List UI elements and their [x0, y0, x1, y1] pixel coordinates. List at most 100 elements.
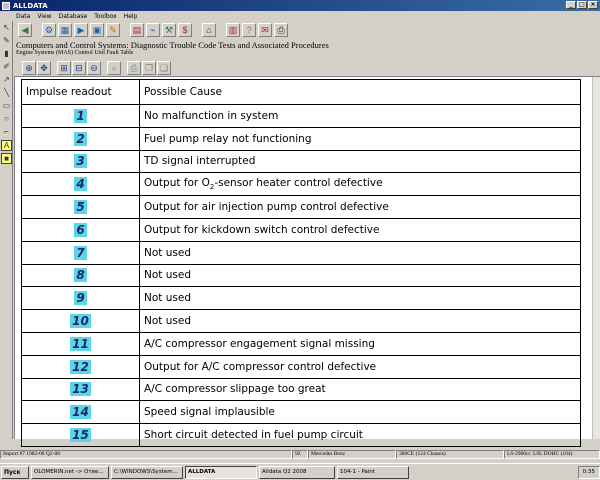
- table-row: 15 Short circuit detected in fuel pump c…: [21, 423, 581, 447]
- main-toolbar: ◀ ⚙ ▦ ▶ ▣ ✎ ▤ ⌁ ⚒ $ ⌂ ▥ ? ✉ ⎙: [18, 21, 600, 39]
- bookmark-icon[interactable]: ⌂: [202, 23, 216, 37]
- cause-cell: Speed signal implausible: [139, 400, 581, 425]
- vehicle-icon[interactable]: ⚙: [42, 23, 56, 37]
- zoom-fit-icon[interactable]: ⊞: [57, 61, 71, 75]
- notes-icon[interactable]: ✉: [258, 23, 272, 37]
- document-area: Impulse readout Possible Cause 1 No malf…: [14, 76, 600, 447]
- impulse-code-badge: 15: [70, 428, 91, 443]
- arrow-tool-icon[interactable]: ↗: [1, 75, 12, 86]
- table-row: 5 Output for air injection pump control …: [21, 195, 581, 219]
- stamp-tool-icon[interactable]: ■: [1, 153, 12, 164]
- task-button[interactable]: Alldata Q2 2008: [259, 465, 335, 479]
- start-button[interactable]: Пуск: [1, 465, 29, 479]
- diagram-icon[interactable]: ▣: [90, 23, 104, 37]
- task-button-active[interactable]: ALLDATA: [185, 465, 257, 479]
- cause-cell: Not used: [139, 286, 581, 311]
- impulse-code-badge: 11: [70, 336, 91, 351]
- cause-cell: Output for O2-sensor heater control defe…: [139, 172, 581, 197]
- book-icon[interactable]: ▤: [130, 23, 144, 37]
- close-button[interactable]: ×: [588, 1, 598, 9]
- ellipse-tool-icon[interactable]: ○: [1, 114, 12, 125]
- search-icon[interactable]: ⌕: [107, 61, 121, 75]
- taskbar: Пуск OLOMERIN.net -> Отве... C:\WINDOWS\…: [0, 463, 600, 480]
- rectangle-tool-icon[interactable]: ▭: [1, 101, 12, 112]
- table-row: 7 Not used: [21, 240, 581, 265]
- line-tool-icon[interactable]: ╲: [1, 88, 12, 99]
- impulse-code-badge: 14: [70, 405, 91, 420]
- title-bar: ALLDATA _ □ ×: [0, 0, 600, 11]
- print-setup-icon[interactable]: ▥: [226, 23, 240, 37]
- bracket-tool-icon[interactable]: ⌐: [1, 127, 12, 138]
- table-header-row: Impulse readout Possible Cause: [21, 79, 581, 105]
- cause-cell: Short circuit detected in fuel pump circ…: [139, 423, 581, 447]
- table-row: 4 Output for O2-sensor heater control de…: [21, 172, 581, 197]
- highlighter-icon[interactable]: ▮: [1, 49, 12, 60]
- minimize-button[interactable]: _: [566, 1, 576, 9]
- cause-cell: Not used: [139, 240, 581, 265]
- table-row: 10 Not used: [21, 309, 581, 333]
- cause-cell: A/C compressor slippage too great: [139, 377, 581, 402]
- wiring-icon[interactable]: ⌁: [146, 23, 160, 37]
- pen-icon[interactable]: ✐: [1, 62, 12, 73]
- table-row: 6 Output for kickdown switch control def…: [21, 217, 581, 242]
- text-tool-icon[interactable]: A: [1, 140, 12, 151]
- status-bar: Import #7 1982-08 Q2-08 92 Mercedes Benz…: [0, 450, 600, 459]
- copy-icon[interactable]: ❐: [142, 61, 156, 75]
- menu-data[interactable]: Data: [16, 13, 30, 20]
- print-icon[interactable]: ⎙: [274, 23, 288, 37]
- menu-view[interactable]: View: [37, 13, 51, 20]
- impulse-code-badge: 10: [70, 314, 91, 329]
- alldata-window: ALLDATA _ □ × Data View Database Toolbox…: [0, 0, 600, 480]
- procedure-icon[interactable]: ▶: [74, 23, 88, 37]
- cause-cell: A/C compressor engagement signal missing: [139, 331, 581, 356]
- impulse-code-badge: 2: [74, 131, 87, 146]
- procedure-header: Computers and Control Systems: Diagnosti…: [16, 40, 600, 58]
- component-icon[interactable]: ▦: [58, 23, 72, 37]
- doc-print-icon[interactable]: ⎙: [127, 61, 141, 75]
- status-page: 92: [292, 450, 308, 459]
- table-row: 13 A/C compressor slippage too great: [21, 377, 581, 402]
- impulse-code-badge: 7: [74, 245, 87, 260]
- maximize-button[interactable]: □: [577, 1, 587, 9]
- pencil-icon[interactable]: ✎: [1, 36, 12, 47]
- impulse-code-badge: 1: [74, 108, 87, 123]
- left-tool-strip: ↖ ✎ ▮ ✐ ↗ ╲ ▭ ○ ⌐ A ■: [0, 21, 13, 439]
- zoom-width-icon[interactable]: ⊟: [72, 61, 86, 75]
- help-icon[interactable]: ?: [242, 23, 256, 37]
- cause-cell: Output for A/C compressor control defect…: [139, 354, 581, 379]
- back-icon[interactable]: ◀: [18, 23, 32, 37]
- menu-database[interactable]: Database: [59, 13, 88, 20]
- zoom-out-icon[interactable]: ⊖: [87, 61, 101, 75]
- pan-icon[interactable]: ✥: [37, 61, 51, 75]
- cause-cell: Fuel pump relay not functioning: [139, 126, 581, 151]
- table-row: 9 Not used: [21, 286, 581, 311]
- zoom-in-icon[interactable]: ⊕: [22, 61, 36, 75]
- estimate-icon[interactable]: $: [178, 23, 192, 37]
- table-row: 11 A/C compressor engagement signal miss…: [21, 331, 581, 356]
- vertical-scrollbar[interactable]: [592, 77, 600, 439]
- table-row: 3 TD signal interrupted: [21, 149, 581, 174]
- menu-bar: Data View Database Toolbox Help: [0, 11, 600, 21]
- labor-icon[interactable]: ⚒: [162, 23, 176, 37]
- column-header-impulse: Impulse readout: [21, 79, 140, 105]
- impulse-code-badge: 4: [74, 177, 87, 192]
- task-button[interactable]: 104-1 - Paint: [337, 465, 409, 479]
- system-clock: 0:35: [577, 465, 600, 479]
- menu-toolbox[interactable]: Toolbox: [94, 13, 117, 20]
- impulse-code-badge: 5: [74, 200, 87, 215]
- table-row: 1 No malfunction in system: [21, 104, 581, 128]
- fault-code-table: Impulse readout Possible Cause 1 No malf…: [21, 79, 581, 447]
- cause-cell: Not used: [139, 309, 581, 333]
- task-button[interactable]: C:\WINDOWS\System...: [111, 465, 183, 479]
- task-button[interactable]: OLOMERIN.net -> Отве...: [31, 465, 109, 479]
- status-make: Mercedes Benz: [308, 450, 396, 459]
- pointer-icon[interactable]: ↖: [1, 23, 12, 34]
- table-row: 12 Output for A/C compressor control def…: [21, 354, 581, 379]
- cause-cell: Not used: [139, 263, 581, 288]
- menu-help[interactable]: Help: [124, 13, 138, 20]
- tsb-icon[interactable]: ✎: [106, 23, 120, 37]
- cause-cell: No malfunction in system: [139, 104, 581, 128]
- window-title: ALLDATA: [13, 1, 48, 10]
- paste-icon[interactable]: ❏: [157, 61, 171, 75]
- impulse-code-badge: 13: [70, 382, 91, 397]
